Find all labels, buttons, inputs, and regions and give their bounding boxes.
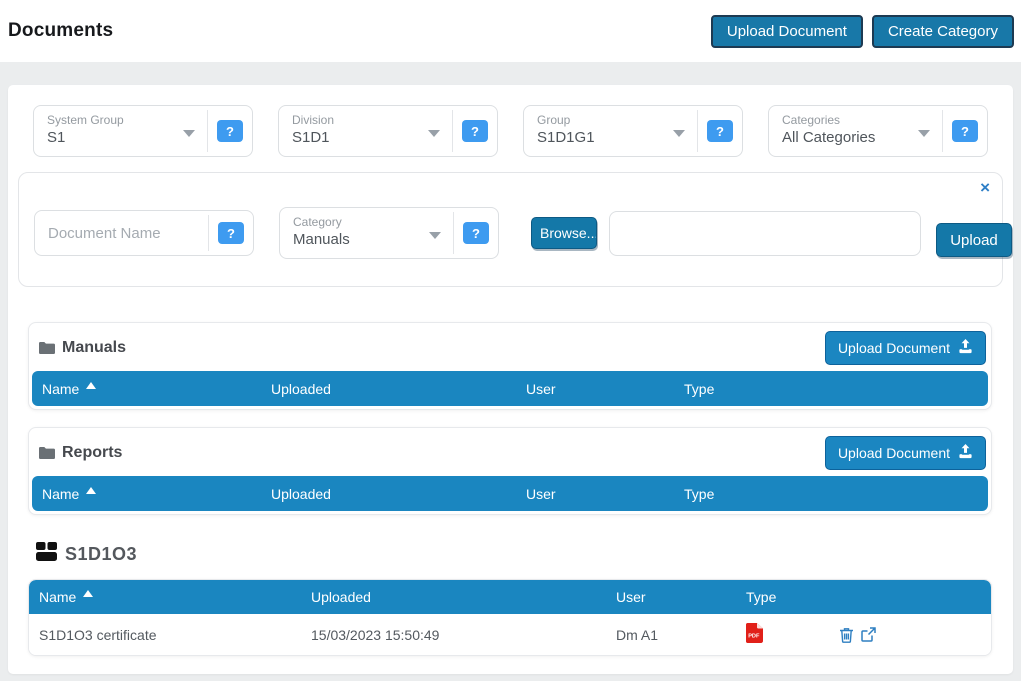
division-value: S1D1 [292,129,442,146]
document-name-input[interactable] [35,211,208,255]
file-name-input[interactable] [609,211,921,256]
chevron-down-icon [428,130,440,137]
category-label: Category [293,215,443,229]
document-name-group: ? [34,210,254,256]
upload-icon [958,444,973,462]
chevron-down-icon [429,232,441,239]
upload-icon [958,339,973,357]
column-header-type[interactable]: Type [746,589,839,605]
help-icon[interactable]: ? [462,120,488,142]
upload-document-section-button[interactable]: Upload Document [825,331,986,365]
help-icon[interactable]: ? [952,120,978,142]
external-link-icon[interactable] [861,627,876,642]
category-select[interactable]: Category Manuals [280,208,453,258]
group-label: Group [537,113,687,127]
svg-text:PDF: PDF [748,634,760,640]
column-header-uploaded[interactable]: Uploaded [271,486,526,502]
column-header-uploaded[interactable]: Uploaded [271,381,526,397]
main-card: System Group S1 ? Division S1D1 ? [8,85,1013,674]
cell-user: Dm A1 [616,627,746,643]
column-header-uploaded[interactable]: Uploaded [311,589,616,605]
upload-document-section-label: Upload Document [838,445,950,461]
sort-ascending-icon [86,382,96,389]
org-table: Name Uploaded User Type S1D1O3 certifica… [28,579,992,656]
column-header-name[interactable]: Name [42,486,271,502]
column-header-type[interactable]: Type [684,381,988,397]
cell-document-name: S1D1O3 certificate [39,627,311,643]
division-label: Division [292,113,442,127]
categories-select[interactable]: Categories All Categories [769,106,942,156]
division-filter: Division S1D1 ? [278,105,498,157]
top-bar: Documents Upload Document Create Categor… [0,0,1021,62]
division-select[interactable]: Division S1D1 [279,106,452,156]
categories-filter: Categories All Categories ? [768,105,988,157]
group-filter: Group S1D1G1 ? [523,105,743,157]
system-group-label: System Group [47,113,197,127]
upload-document-button[interactable]: Upload Document [711,15,863,48]
column-header-type[interactable]: Type [684,486,988,502]
column-header-user[interactable]: User [616,589,746,605]
cell-uploaded: 15/03/2023 15:50:49 [311,627,616,643]
category-filter: Category Manuals ? [279,207,499,259]
chevron-down-icon [673,130,685,137]
system-group-select[interactable]: System Group S1 [34,106,207,156]
browse-button[interactable]: Browse... [531,217,597,249]
help-icon[interactable]: ? [707,120,733,142]
section-manuals: Manuals Upload Document Name Uploaded Us… [28,322,992,410]
upload-document-section-button[interactable]: Upload Document [825,436,986,470]
system-group-filter: System Group S1 ? [33,105,253,157]
upload-document-section-label: Upload Document [838,340,950,356]
category-value: Manuals [293,231,443,248]
section-title: Reports [62,444,122,462]
column-header-name[interactable]: Name [42,381,271,397]
categories-label: Categories [782,113,932,127]
create-category-button[interactable]: Create Category [872,15,1014,48]
close-icon[interactable]: × [980,179,990,196]
chevron-down-icon [918,130,930,137]
help-icon[interactable]: ? [463,222,489,244]
folder-icon [39,341,55,355]
folder-icon [39,446,55,460]
upload-panel: × ? Category Manuals [18,172,1003,287]
group-value: S1D1G1 [537,129,687,146]
org-heading: S1D1O3 [36,542,992,566]
help-icon[interactable]: ? [217,120,243,142]
column-header-user[interactable]: User [526,381,684,397]
org-title: S1D1O3 [65,544,137,565]
table-row: S1D1O3 certificate 15/03/2023 15:50:49 D… [29,614,991,655]
pdf-file-icon: PDF [746,623,839,646]
organization-icon [36,542,57,566]
help-icon[interactable]: ? [218,222,244,244]
sort-ascending-icon [83,590,93,597]
chevron-down-icon [183,130,195,137]
table-header: Name Uploaded User Type [29,580,991,614]
column-header-user[interactable]: User [526,486,684,502]
table-header: Name Uploaded User Type [32,476,988,511]
upload-button[interactable]: Upload [936,223,1012,257]
column-header-name[interactable]: Name [39,589,311,605]
row-actions [839,627,991,643]
section-title: Manuals [62,339,126,357]
categories-value: All Categories [782,129,932,146]
page-title: Documents [8,20,113,42]
filter-row: System Group S1 ? Division S1D1 ? [8,85,1013,157]
group-select[interactable]: Group S1D1G1 [524,106,697,156]
content-area: System Group S1 ? Division S1D1 ? [0,62,1021,681]
delete-icon[interactable] [839,627,854,643]
section-reports: Reports Upload Document Name Uploaded Us… [28,427,992,515]
table-header: Name Uploaded User Type [32,371,988,406]
sort-ascending-icon [86,487,96,494]
system-group-value: S1 [47,129,197,146]
